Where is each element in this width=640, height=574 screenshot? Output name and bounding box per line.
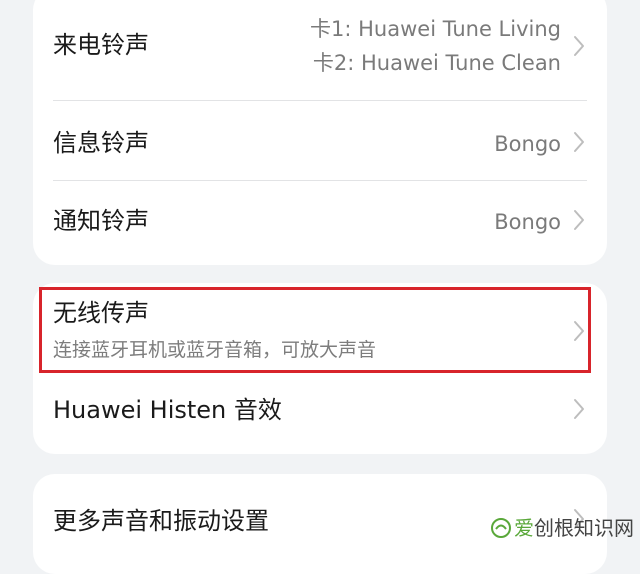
chevron-right-icon xyxy=(573,398,585,420)
ringtone-sim1-value: 卡1: Huawei Tune Living xyxy=(310,17,561,41)
watermark: 爱 创根知识网 xyxy=(490,516,634,540)
chevron-right-icon xyxy=(573,209,585,231)
message-tone-row[interactable]: 信息铃声 Bongo xyxy=(33,101,607,181)
watermark-text: 创根知识网 xyxy=(534,516,634,540)
notification-tone-row[interactable]: 通知铃声 Bongo xyxy=(33,181,607,265)
chevron-right-icon xyxy=(573,35,585,57)
wireless-audio-row[interactable]: 无线传声 连接蓝牙耳机或蓝牙音箱，可放大声音 xyxy=(33,283,607,373)
notification-tone-value: Bongo xyxy=(494,210,561,234)
wireless-audio-description: 连接蓝牙耳机或蓝牙音箱，可放大声音 xyxy=(53,339,377,361)
notification-tone-label: 通知铃声 xyxy=(53,207,149,235)
ringtone-sim2-value: 卡2: Huawei Tune Clean xyxy=(312,51,561,75)
audio-effects-card: 无线传声 连接蓝牙耳机或蓝牙音箱，可放大声音 Huawei Histen 音效 xyxy=(33,283,607,454)
chevron-right-icon xyxy=(573,131,585,153)
histen-row[interactable]: Huawei Histen 音效 xyxy=(33,373,607,454)
ringtones-card: 来电铃声 卡1: Huawei Tune Living 卡2: Huawei T… xyxy=(33,0,607,265)
ringtone-row[interactable]: 来电铃声 卡1: Huawei Tune Living 卡2: Huawei T… xyxy=(33,0,607,93)
histen-label: Huawei Histen 音效 xyxy=(53,396,282,424)
wireless-audio-label: 无线传声 xyxy=(53,299,149,327)
ringtone-label: 来电铃声 xyxy=(53,31,149,59)
more-settings-label: 更多声音和振动设置 xyxy=(53,507,269,535)
watermark-logo-icon xyxy=(490,517,512,539)
watermark-first-char: 爱 xyxy=(514,516,534,540)
message-tone-value: Bongo xyxy=(494,132,561,156)
message-tone-label: 信息铃声 xyxy=(53,129,149,157)
chevron-right-icon xyxy=(573,320,585,342)
